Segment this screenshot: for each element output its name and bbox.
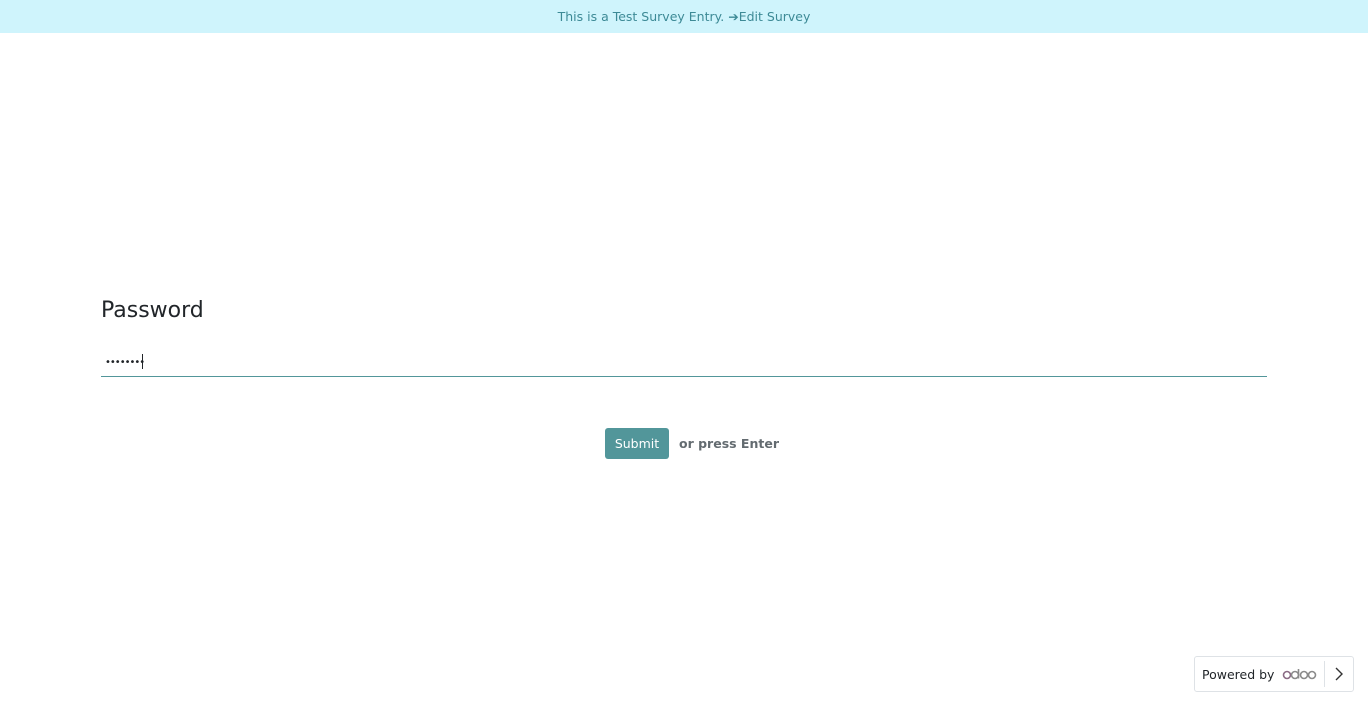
- banner-text: This is a Test Survey Entry.: [557, 9, 725, 24]
- password-field[interactable]: [101, 348, 1271, 377]
- badge-divider: [1324, 661, 1325, 687]
- powered-by-label: Powered by: [1202, 666, 1275, 682]
- odoo-logo: [1282, 667, 1318, 681]
- enter-hint: or press Enter: [679, 436, 779, 451]
- chevron-right-icon[interactable]: [1331, 666, 1347, 682]
- arrow-right-icon: ➔: [728, 9, 739, 24]
- edit-survey-link[interactable]: Edit Survey: [739, 9, 811, 24]
- test-survey-banner: This is a Test Survey Entry. ➔ Edit Surv…: [0, 0, 1368, 33]
- password-input[interactable]: [101, 348, 1271, 376]
- question-title: Password: [101, 298, 204, 323]
- submit-button[interactable]: Submit: [605, 428, 669, 459]
- submit-row: Submit or press Enter: [605, 428, 779, 459]
- powered-by-badge[interactable]: Powered by: [1194, 656, 1354, 692]
- text-caret: [142, 354, 143, 369]
